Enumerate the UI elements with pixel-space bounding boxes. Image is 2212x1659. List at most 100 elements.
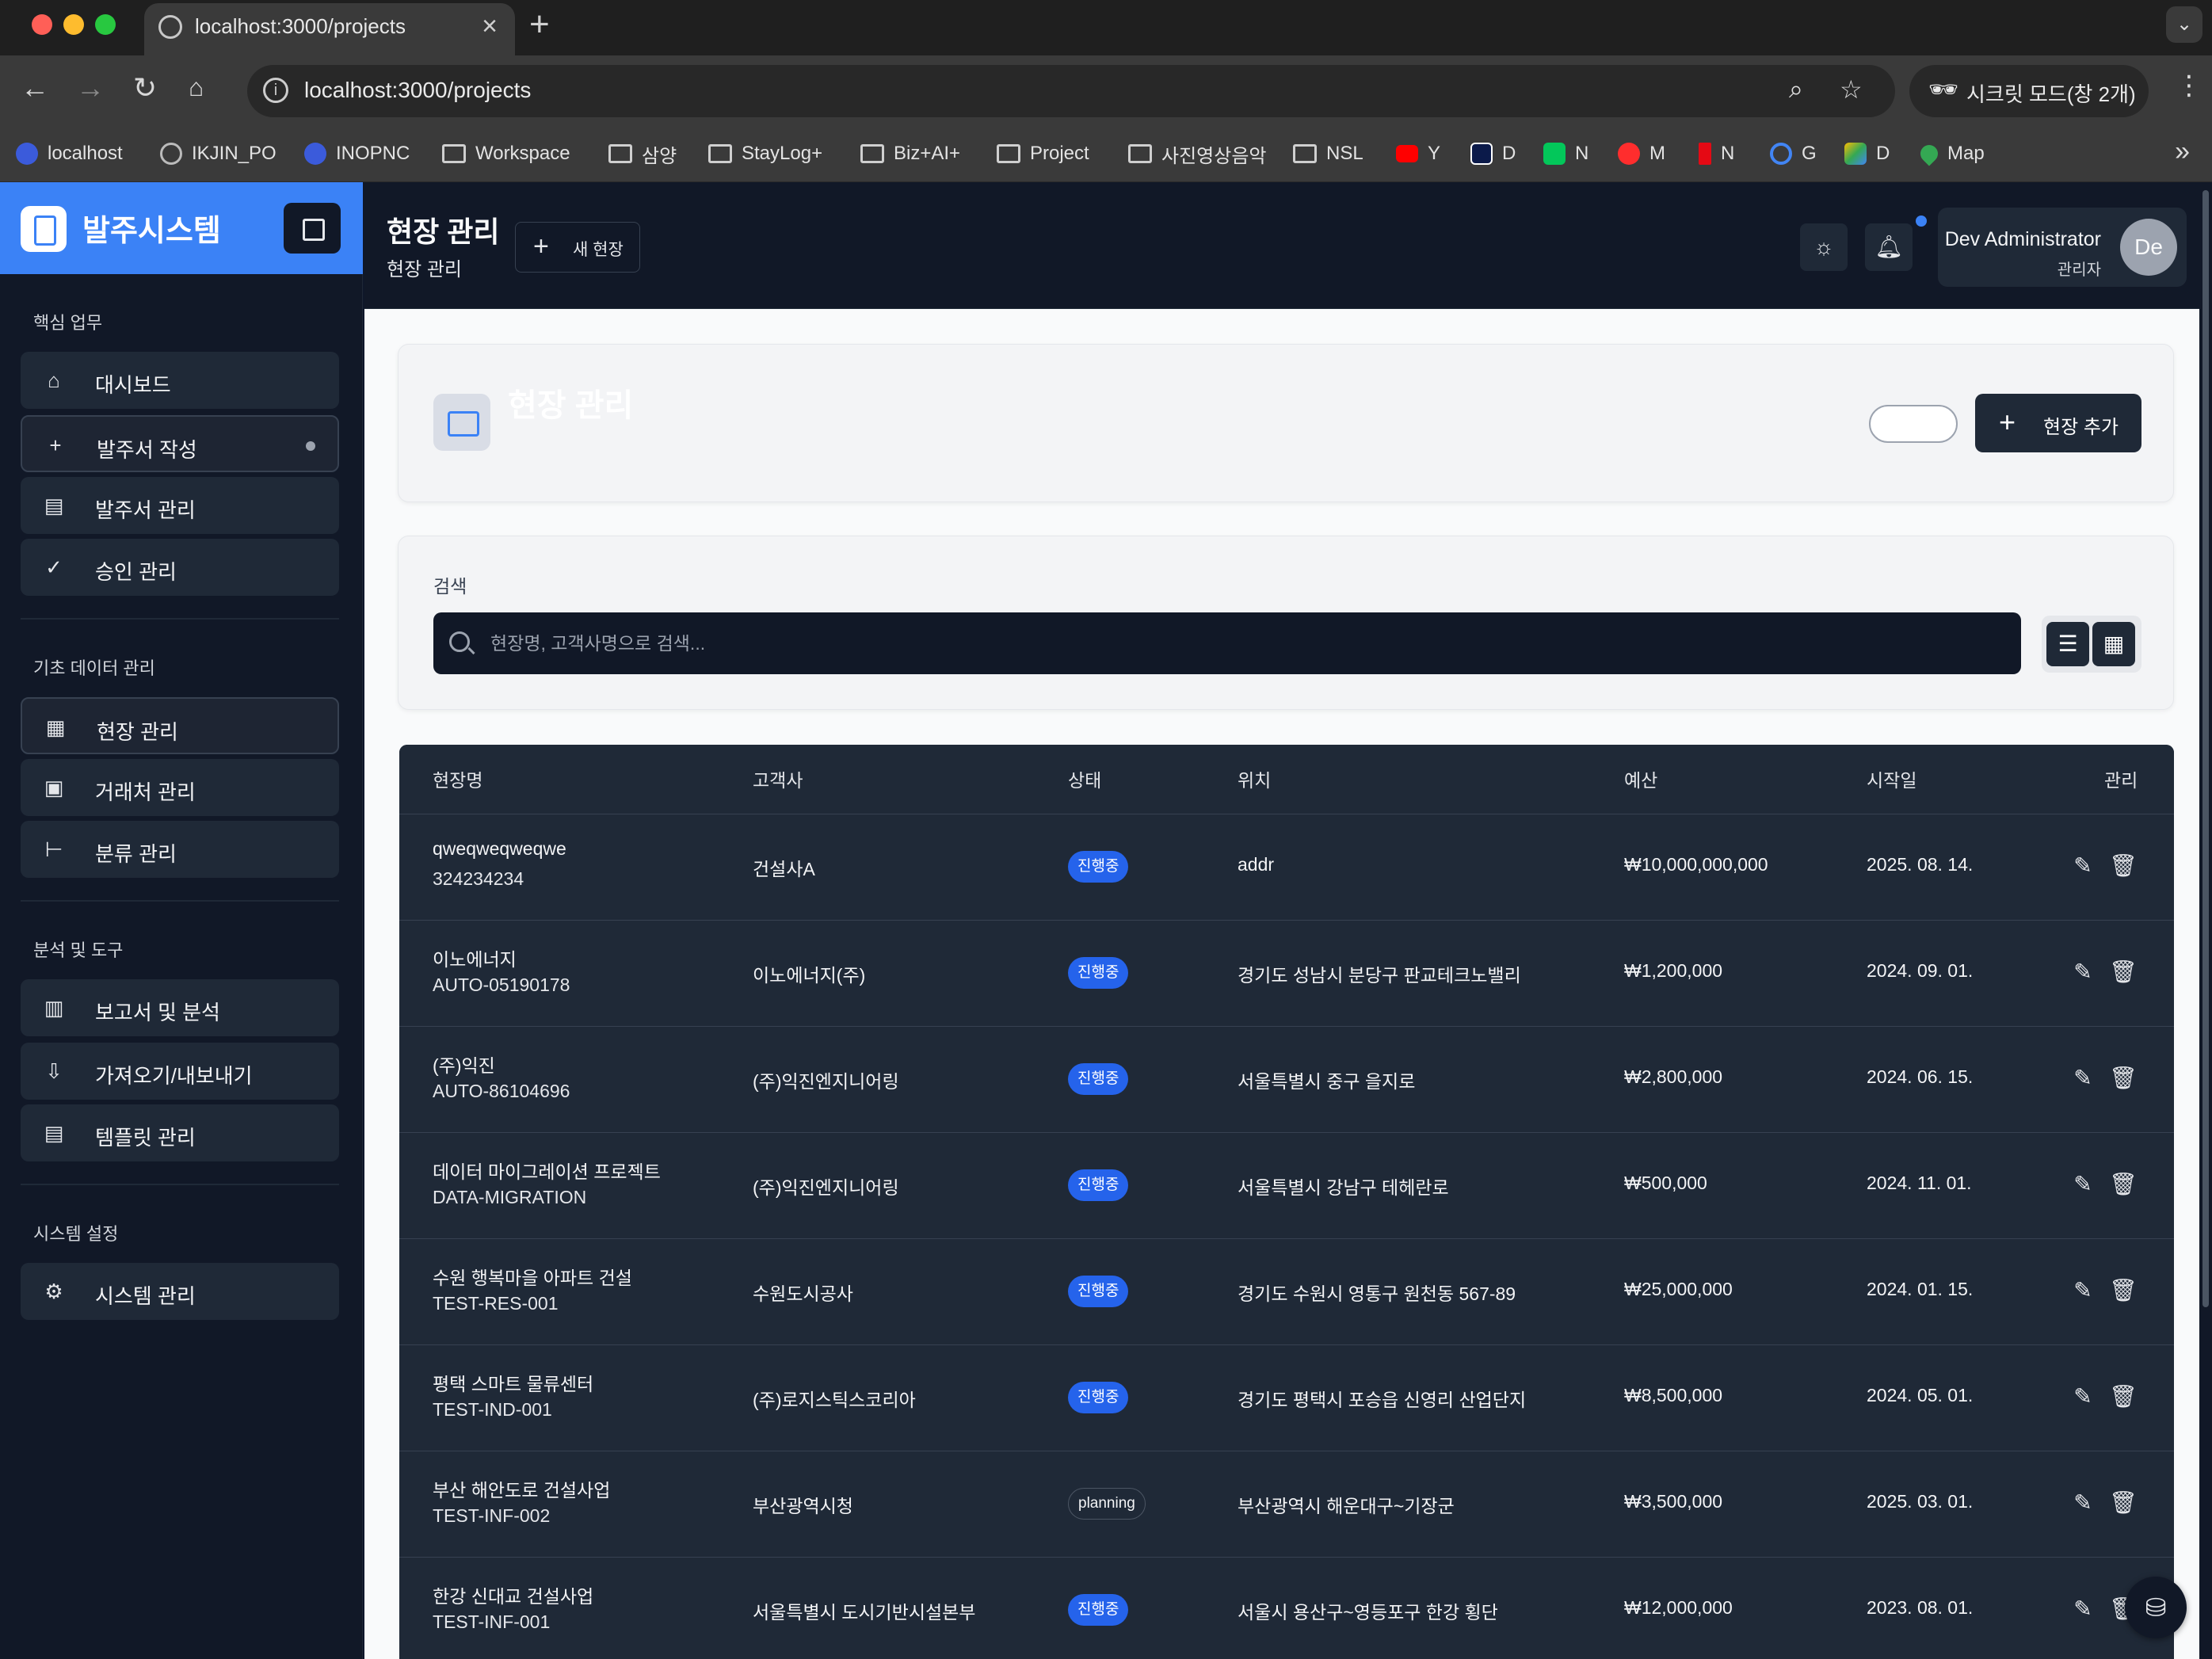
column-header[interactable]: 시작일 xyxy=(1867,765,1916,792)
incognito-indicator[interactable]: 🕶 시크릿 모드(창 2개) xyxy=(1909,65,2149,117)
trash-icon[interactable]: 🗑︎ xyxy=(2109,1277,2138,1304)
sidebar-item-vendors[interactable]: ▣ 거래처 관리 xyxy=(21,759,339,816)
url-text[interactable]: localhost:3000/projects xyxy=(304,78,531,103)
edit-icon[interactable]: ✎ xyxy=(2069,1383,2096,1410)
bookmark-star-icon[interactable]: ☆ xyxy=(1840,74,1863,105)
trash-icon[interactable]: 🗑︎ xyxy=(2109,1489,2138,1516)
grid-view-icon[interactable]: ▦ xyxy=(2092,622,2135,666)
site-code: AUTO-05190178 xyxy=(433,974,570,995)
toggle-switch[interactable] xyxy=(1869,405,1958,443)
reload-icon[interactable]: ↻ xyxy=(133,71,157,105)
sidebar-item-categories[interactable]: ⊢ 분류 관리 xyxy=(21,821,339,878)
bookmark-workspace[interactable]: Workspace xyxy=(442,138,570,170)
back-arrow-icon[interactable]: ← xyxy=(21,71,49,105)
bookmark-ikjin-po[interactable]: IKJIN_PO xyxy=(160,138,276,170)
sidebar-collapse-button[interactable] xyxy=(284,203,341,254)
bookmark-biz-ai[interactable]: Biz+AI+ xyxy=(860,138,960,170)
bookmark-naver[interactable]: N xyxy=(1543,138,1588,170)
trash-icon[interactable]: 🗑︎ xyxy=(2109,852,2138,879)
edit-icon[interactable]: ✎ xyxy=(2069,1277,2096,1304)
browser-tab[interactable]: localhost:3000/projects × xyxy=(144,3,515,55)
column-header[interactable]: 현장명 xyxy=(433,765,482,792)
table-row[interactable]: 이노에너지 AUTO-05190178 이노에너지(주) 진행중 경기도 성남시 분당구… xyxy=(399,921,2174,1027)
edit-icon[interactable]: ✎ xyxy=(2069,959,2096,986)
table-row[interactable]: 데이터 마이그레이션 프로젝트 DATA-MIGRATION (주)익진엔지니어링 진… xyxy=(399,1133,2174,1239)
sidebar-item-dashboard[interactable]: ⌂ 대시보드 xyxy=(21,352,339,409)
location: 경기도 성남시 분당구 판교테크노밸리 xyxy=(1238,965,1521,986)
bookmark-map[interactable]: Map xyxy=(1916,138,1985,170)
sidebar-item-import-export[interactable]: ⇩ 가져오기/내보내기 xyxy=(21,1043,339,1100)
new-tab-button[interactable]: + xyxy=(529,5,550,44)
theme-toggle-sun-icon[interactable]: ☼ xyxy=(1800,223,1848,271)
close-tab-icon[interactable]: × xyxy=(482,11,498,42)
sidebar-item-reports[interactable]: ▥ 보고서 및 분석 xyxy=(21,979,339,1036)
bookmark-inopnc[interactable]: INOPNC xyxy=(304,138,410,170)
bookmark-drive[interactable]: D xyxy=(1844,138,1890,170)
notification-bell-icon[interactable]: 🔔︎ xyxy=(1865,223,1913,271)
scrollbar-thumb[interactable] xyxy=(2202,190,2209,1307)
edit-icon[interactable]: ✎ xyxy=(2069,1171,2096,1198)
table-row[interactable]: qweqweqweqwe 324234234 건설사A 진행중 addr ₩10,000,… xyxy=(399,814,2174,921)
column-header[interactable]: 위치 xyxy=(1238,765,1271,792)
bookmark-media[interactable]: 사진영상음악 xyxy=(1128,138,1266,170)
table-row[interactable]: 한강 신대교 건설사업 TEST-INF-001 서울특별시 도시기반시설본부 진행중… xyxy=(399,1558,2174,1659)
trash-icon[interactable]: 🗑︎ xyxy=(2109,1171,2138,1198)
bookmark-localhost[interactable]: localhost xyxy=(16,138,123,170)
new-site-button[interactable]: + 새 현장 xyxy=(515,222,640,273)
bookmark-music[interactable]: M xyxy=(1618,138,1665,170)
bookmark-google[interactable]: G xyxy=(1770,138,1817,170)
zoom-icon[interactable]: ⌕ xyxy=(1789,74,1803,105)
list-view-icon[interactable]: ☰ xyxy=(2046,622,2089,666)
column-header[interactable]: 예산 xyxy=(1624,765,1657,792)
edit-icon[interactable]: ✎ xyxy=(2069,1489,2096,1516)
plus-icon: + xyxy=(1999,406,2016,438)
sidebar-item-templates[interactable]: ▤ 템플릿 관리 xyxy=(21,1104,339,1161)
trash-icon[interactable]: 🗑︎ xyxy=(2109,1383,2138,1410)
more-bookmarks-icon[interactable]: » xyxy=(2175,136,2190,167)
site-name: 수원 행복마을 아파트 건설 xyxy=(433,1268,632,1288)
bookmark-netflix[interactable]: N xyxy=(1699,138,1734,170)
home-icon[interactable]: ⌂ xyxy=(189,73,204,102)
table-row[interactable]: 평택 스마트 물류센터 TEST-IND-001 (주)로지스틱스코리아 진행중 경기도… xyxy=(399,1345,2174,1451)
user-menu[interactable]: Dev Administrator 관리자 De xyxy=(1938,208,2187,287)
table-row[interactable]: 수원 행복마을 아파트 건설 TEST-RES-001 수원도시공사 진행중 경기도 수… xyxy=(399,1239,2174,1345)
bookmark-nsl[interactable]: NSL xyxy=(1293,138,1363,170)
sidebar-item-order-management[interactable]: ▤ 발주서 관리 xyxy=(21,477,339,534)
bookmark-staylog[interactable]: StayLog+ xyxy=(708,138,822,170)
column-header: 관리 xyxy=(2104,770,2138,791)
status-badge: 진행중 xyxy=(1068,1382,1129,1413)
minimize-window-button[interactable] xyxy=(63,14,84,35)
sidebar-item-create-order[interactable]: + 발주서 작성 xyxy=(21,415,339,472)
globe-icon xyxy=(158,15,182,39)
browser-menu-icon[interactable]: ⋮ xyxy=(2176,70,2202,101)
edit-icon[interactable]: ✎ xyxy=(2069,1065,2096,1092)
bookmark-youtube[interactable]: Y xyxy=(1396,138,1440,170)
column-header[interactable]: 상태 xyxy=(1068,765,1101,792)
address-bar[interactable]: i localhost:3000/projects ⌕ ☆ xyxy=(247,65,1895,117)
client-name: 수원도시공사 xyxy=(753,1283,853,1304)
sidebar-item-label: 발주서 관리 xyxy=(95,498,196,522)
sidebar-item-system-admin[interactable]: ⚙ 시스템 관리 xyxy=(21,1263,339,1320)
tree-icon: ⊢ xyxy=(44,837,63,861)
edit-icon[interactable]: ✎ xyxy=(2069,1596,2096,1623)
sidebar-item-sites[interactable]: ▦ 현장 관리 xyxy=(21,697,339,754)
trash-icon[interactable]: 🗑︎ xyxy=(2109,959,2138,986)
edit-icon[interactable]: ✎ xyxy=(2069,852,2096,879)
section-title-system: 시스템 설정 xyxy=(33,1224,119,1244)
bookmark-d[interactable]: D xyxy=(1470,138,1516,170)
add-site-button[interactable]: + 현장 추가 xyxy=(1975,394,2141,452)
table-row[interactable]: (주)익진 AUTO-86104696 (주)익진엔지니어링 진행중 서울특별시 중구 … xyxy=(399,1027,2174,1133)
site-info-icon[interactable]: i xyxy=(263,78,288,103)
search-input[interactable] xyxy=(490,627,1996,660)
table-row[interactable]: 부산 해안도로 건설사업 TEST-INF-002 부산광역시청 planning 부산… xyxy=(399,1451,2174,1558)
close-window-button[interactable] xyxy=(32,14,52,35)
maximize-window-button[interactable] xyxy=(95,14,116,35)
tab-search-menu-button[interactable]: ⌄ xyxy=(2166,6,2202,43)
database-icon[interactable]: ⛁ xyxy=(2125,1577,2187,1638)
bookmark-project[interactable]: Project xyxy=(997,138,1089,170)
sidebar-item-approval[interactable]: ✓ 승인 관리 xyxy=(21,539,339,596)
trash-icon[interactable]: 🗑︎ xyxy=(2109,1065,2138,1092)
column-header[interactable]: 고객사 xyxy=(753,765,803,792)
bookmark-samyang[interactable]: 삼양 xyxy=(608,138,677,170)
forward-arrow-icon[interactable]: → xyxy=(76,71,105,105)
